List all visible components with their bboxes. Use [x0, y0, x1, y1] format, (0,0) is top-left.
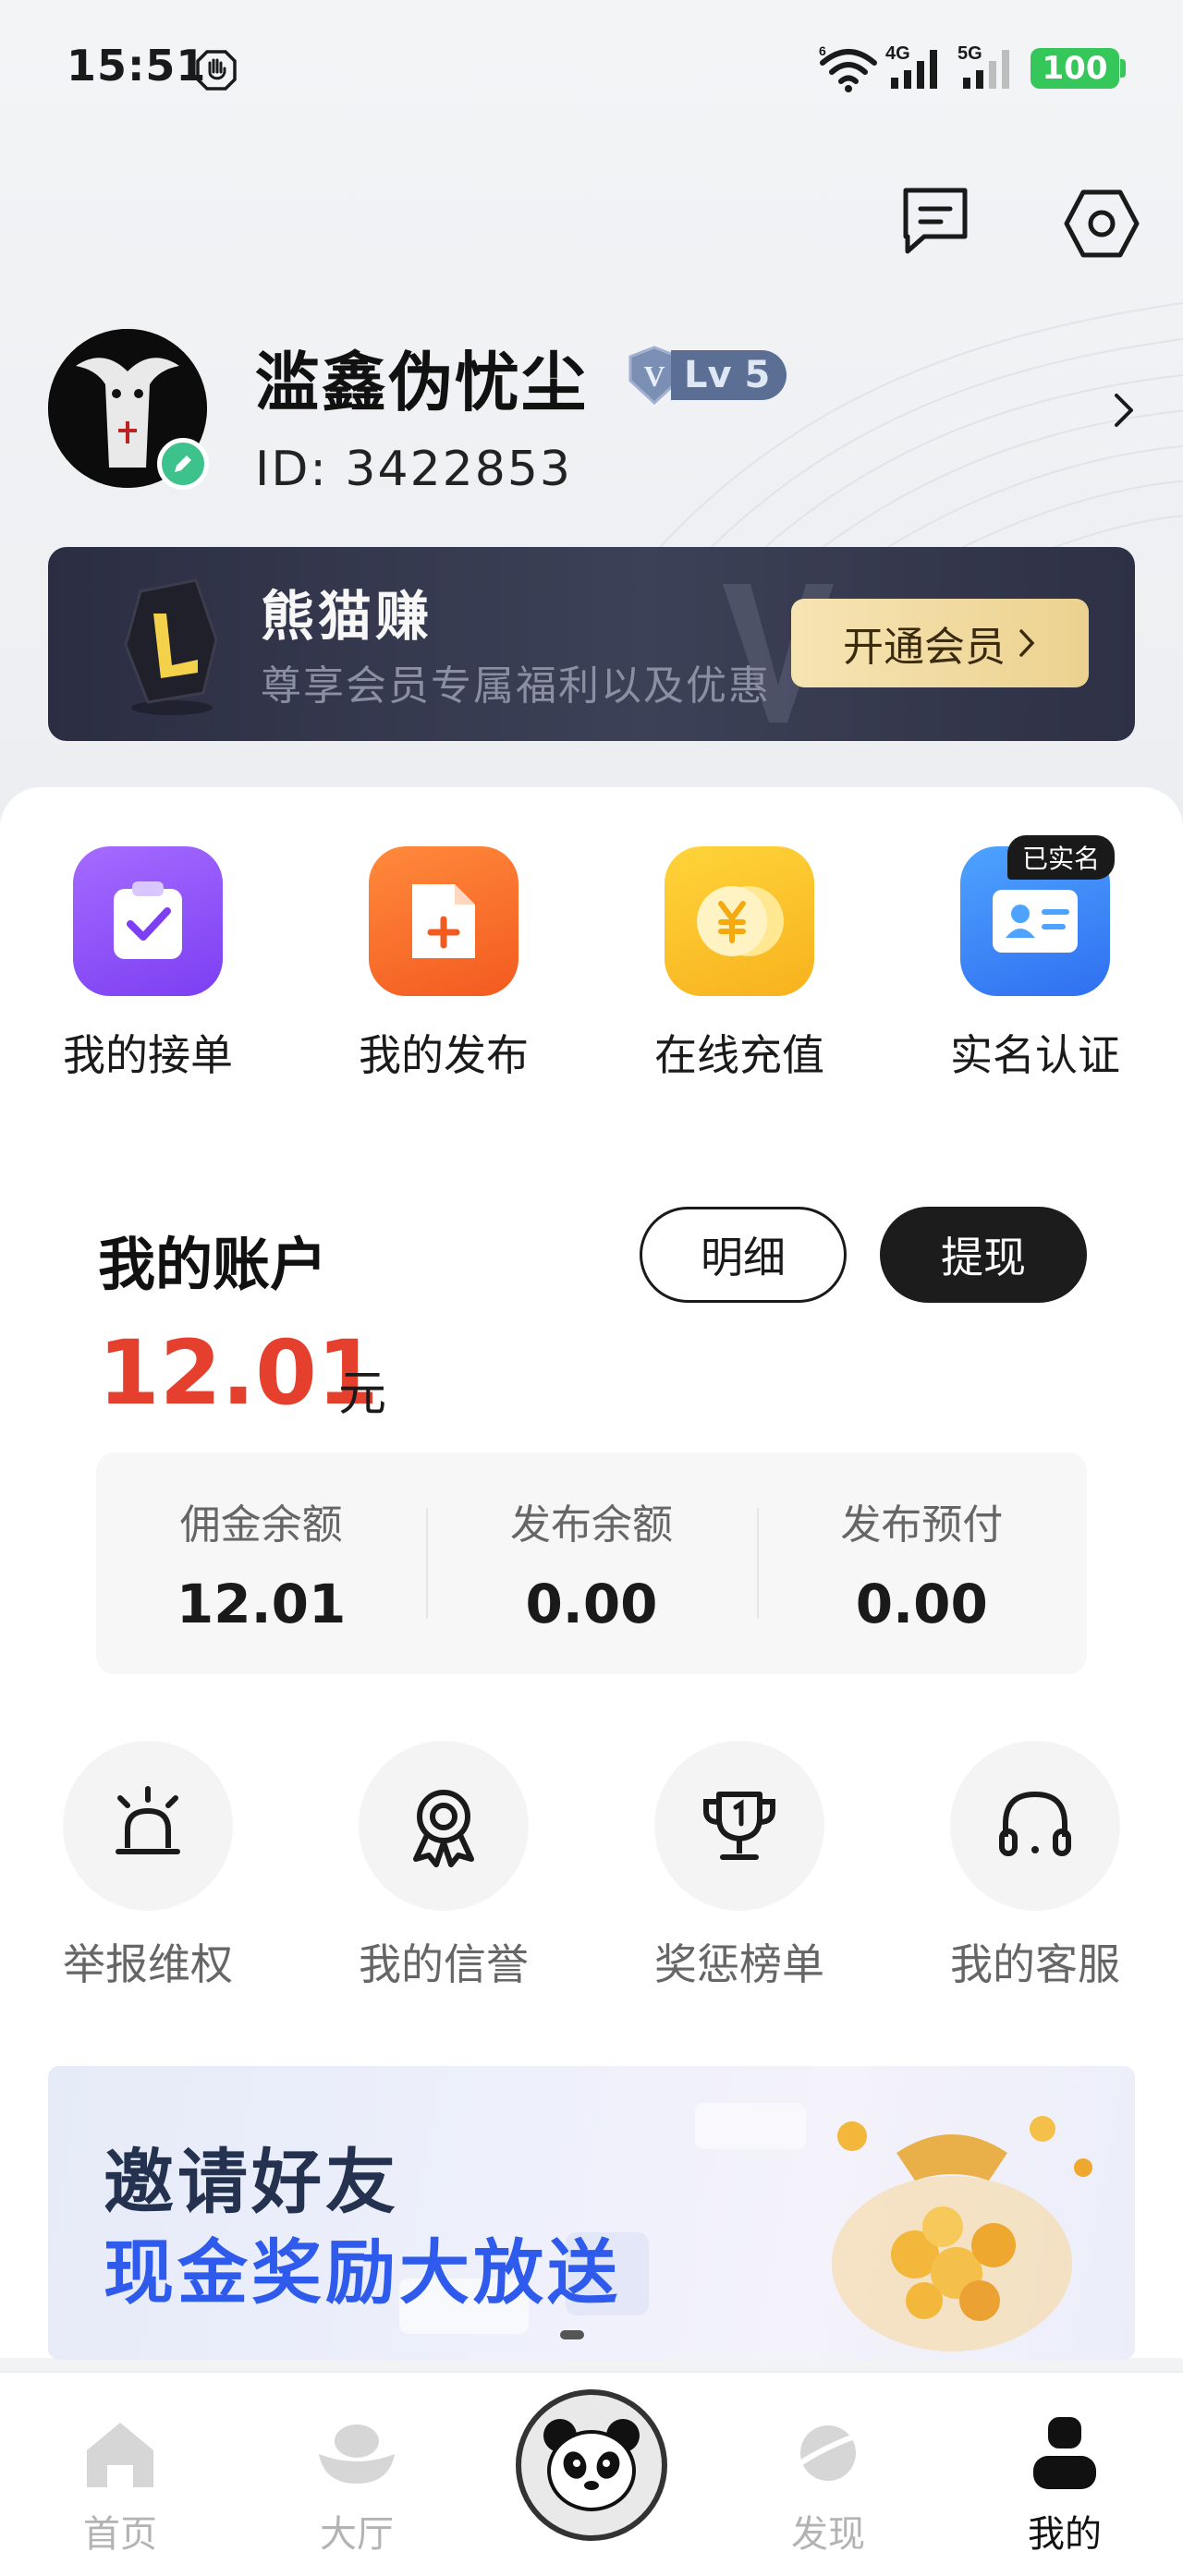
nav-mine[interactable]: 我的	[991, 2413, 1139, 2558]
cellular-signal-5g-icon: 5G	[957, 43, 1009, 89]
pencil-icon	[175, 456, 191, 472]
vip-logo-icon	[124, 578, 218, 715]
online-recharge-label: 在线充值	[654, 1030, 824, 1080]
commission-balance-label: 佣金余额	[179, 1501, 343, 1549]
vip-subtitle: 尊享会员专属福利以及优惠	[261, 662, 771, 710]
publish-balance-value: 0.00	[525, 1573, 658, 1635]
document-add-icon	[369, 846, 518, 996]
svg-text:V: V	[643, 359, 665, 393]
battery-indicator: 100	[1031, 48, 1119, 89]
user-id: ID: 3422853	[255, 442, 573, 497]
publish-balance: 发布余额 0.00	[426, 1452, 756, 1674]
real-name-verification-button[interactable]: 实名认证	[933, 846, 1137, 1083]
open-membership-label: 开通会员	[843, 624, 1006, 671]
invite-title: 邀请好友	[104, 2141, 399, 2223]
planet-icon	[784, 2413, 872, 2493]
online-recharge-button[interactable]: 在线充值	[638, 846, 841, 1083]
verified-badge: 已实名	[1007, 835, 1116, 880]
report-label: 举报维权	[63, 1939, 233, 1989]
level-badge: V Lv 5	[625, 346, 787, 405]
real-name-verification-label: 实名认证	[950, 1030, 1120, 1080]
svg-text:6: 6	[819, 46, 826, 58]
trophy-icon	[654, 1741, 824, 1911]
alarm-icon	[63, 1741, 233, 1911]
nav-hall-label: 大厅	[320, 2513, 394, 2556]
status-time: 15:51	[67, 41, 207, 91]
open-membership-button[interactable]: 开通会员	[791, 599, 1089, 687]
commission-balance-value: 12.01	[176, 1573, 347, 1635]
battery-tip	[1120, 59, 1126, 78]
username: 滥鑫伪忧尘	[255, 345, 588, 420]
carousel-indicator	[560, 2330, 584, 2339]
invite-subtitle: 现金奖励大放送	[104, 2231, 621, 2314]
home-icon	[76, 2413, 165, 2493]
coin-bag-icon	[832, 2116, 1092, 2351]
balance-unit: 元	[338, 1367, 387, 1422]
battery-level: 100	[1042, 50, 1108, 87]
withdraw-button[interactable]: 提现	[880, 1207, 1087, 1303]
cellular-signal-4g-icon: 4G	[885, 43, 937, 89]
vip-banner[interactable]: 熊猫赚 尊享会员专属福利以及优惠 开通会员	[48, 547, 1135, 741]
edit-avatar-button[interactable]	[157, 438, 209, 490]
headset-icon	[950, 1741, 1120, 1911]
reward-ranking-button[interactable]: 奖惩榜单	[638, 1741, 841, 1992]
commission-balance: 佣金余额 12.01	[96, 1452, 426, 1674]
report-button[interactable]: 举报维权	[46, 1741, 250, 1992]
customer-service-button[interactable]: 我的客服	[933, 1741, 1137, 1992]
settings-icon[interactable]	[1063, 185, 1140, 262]
nav-hall[interactable]: 大厅	[283, 2413, 431, 2558]
vip-title: 熊猫赚	[261, 585, 433, 648]
award-ribbon-icon	[359, 1741, 529, 1911]
level-label: Lv 5	[671, 350, 787, 400]
nav-home[interactable]: 首页	[46, 2413, 194, 2558]
balance-amount: 12.01	[98, 1321, 379, 1425]
account-title: 我的账户	[98, 1231, 328, 1298]
my-credit-label: 我的信誉	[359, 1939, 529, 1989]
my-credit-button[interactable]: 我的信誉	[342, 1741, 545, 1992]
chevron-right-icon[interactable]	[1105, 388, 1142, 432]
publish-balance-label: 发布余额	[509, 1501, 673, 1549]
my-orders-button[interactable]: 我的接单	[46, 846, 250, 1083]
svg-text:5G: 5G	[957, 43, 982, 64]
ingot-icon	[312, 2413, 401, 2493]
publish-prepaid-value: 0.00	[855, 1573, 988, 1635]
panda-icon	[543, 2419, 640, 2511]
my-orders-label: 我的接单	[63, 1030, 233, 1080]
yuan-coin-icon	[665, 846, 814, 996]
nav-mine-label: 我的	[1028, 2513, 1102, 2556]
chevron-right-icon	[1019, 629, 1035, 657]
person-icon	[1020, 2413, 1109, 2493]
detail-button[interactable]: 明细	[640, 1207, 847, 1303]
nav-home-label: 首页	[83, 2513, 157, 2556]
nav-discover[interactable]: 发现	[754, 2413, 902, 2558]
wifi-icon: 6	[819, 46, 877, 92]
message-icon[interactable]	[896, 183, 974, 261]
nav-discover-label: 发现	[791, 2513, 865, 2556]
clipboard-check-icon	[73, 846, 223, 996]
my-publish-button[interactable]: 我的发布	[342, 846, 545, 1083]
reward-ranking-label: 奖惩榜单	[654, 1939, 824, 1989]
my-publish-label: 我的发布	[359, 1030, 529, 1080]
customer-service-label: 我的客服	[950, 1939, 1120, 1989]
hand-icon	[196, 50, 237, 91]
nav-panda-button[interactable]	[516, 2389, 667, 2541]
balance-breakdown: 佣金余额 12.01 发布余额 0.00 发布预付 0.00	[96, 1452, 1087, 1674]
svg-text:4G: 4G	[885, 43, 910, 64]
publish-prepaid-label: 发布预付	[840, 1501, 1004, 1549]
publish-prepaid: 发布预付 0.00	[756, 1452, 1087, 1674]
